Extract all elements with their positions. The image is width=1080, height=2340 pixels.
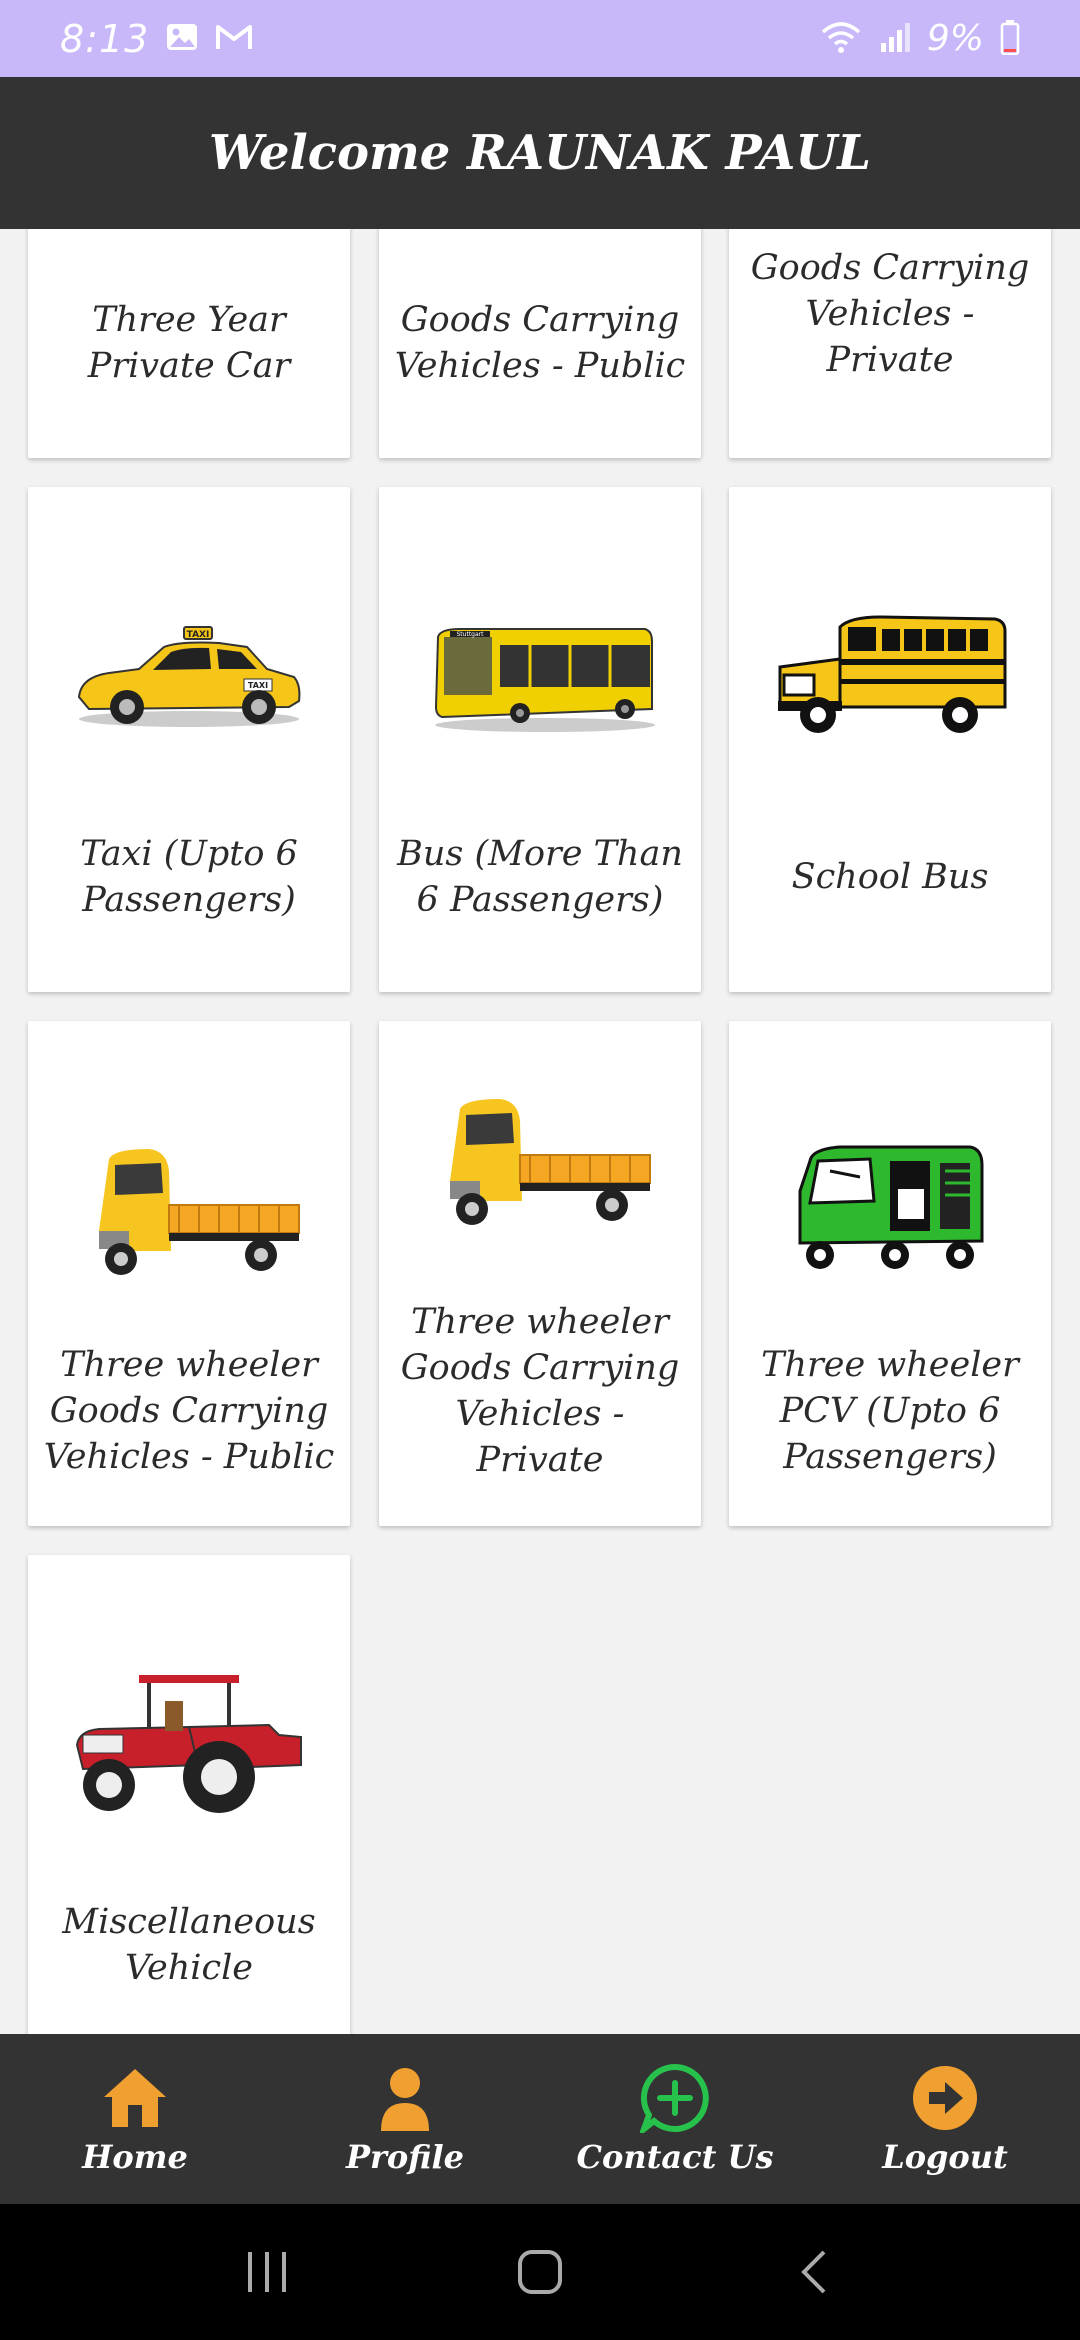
logout-icon bbox=[909, 2062, 981, 2134]
nav-contact-us[interactable]: Contact Us bbox=[540, 2034, 810, 2204]
bus-icon: Stuttgart bbox=[420, 597, 660, 757]
signal-icon bbox=[879, 21, 911, 57]
wifi-icon bbox=[819, 20, 863, 58]
taxi-icon: TAXI TAXI bbox=[69, 597, 309, 757]
gallery-icon bbox=[165, 22, 199, 56]
system-nav-bar bbox=[0, 2204, 1080, 2340]
nav-profile[interactable]: Profile bbox=[270, 2034, 540, 2204]
status-time: 8:13 bbox=[60, 16, 150, 61]
card-three-wheeler-goods-private[interactable]: Three wheeler Goods Carrying Vehicles - … bbox=[379, 1021, 701, 1526]
bus-destination-sign: Stuttgart bbox=[457, 631, 485, 638]
auto-rickshaw-icon bbox=[770, 1131, 1010, 1291]
recent-apps-icon bbox=[247, 2252, 286, 2292]
recent-apps-button[interactable] bbox=[227, 2232, 307, 2312]
card-label: Three Year Private Car bbox=[87, 300, 291, 386]
card-label: Three wheeler PCV (Upto 6 Passengers) bbox=[761, 1345, 1019, 1477]
card-goods-carrying-private[interactable]: Goods Carrying Vehicles - Private bbox=[729, 229, 1051, 458]
nav-label: Contact Us bbox=[576, 2138, 774, 2176]
card-label: School Bus bbox=[791, 857, 989, 897]
battery-percent: 9% bbox=[926, 18, 984, 59]
school-bus-icon bbox=[770, 597, 1010, 757]
card-three-wheeler-pcv[interactable]: Three wheeler PCV (Upto 6 Passengers) bbox=[729, 1021, 1051, 1526]
nav-label: Home bbox=[82, 2138, 188, 2176]
back-button[interactable] bbox=[773, 2232, 853, 2312]
card-miscellaneous-vehicle[interactable]: Miscellaneous Vehicle bbox=[28, 1555, 350, 2034]
card-label: Miscellaneous Vehicle bbox=[62, 1902, 316, 1988]
card-label: Bus (More Than 6 Passengers) bbox=[397, 834, 683, 920]
taxi-roof-sign: TAXI bbox=[187, 630, 210, 640]
home-icon bbox=[99, 2062, 171, 2134]
nav-home[interactable]: Home bbox=[0, 2034, 270, 2204]
home-button[interactable] bbox=[500, 2232, 580, 2312]
page-title: Welcome RAUNAK PAUL bbox=[208, 125, 872, 181]
app-header: Welcome RAUNAK PAUL bbox=[0, 77, 1080, 229]
nav-label: Profile bbox=[345, 2138, 465, 2176]
status-bar: 8:13 9% bbox=[0, 0, 1080, 77]
back-icon bbox=[801, 2250, 826, 2294]
card-taxi[interactable]: TAXI TAXI Taxi (Upto 6 Passengers) bbox=[28, 487, 350, 992]
card-label: Three wheeler Goods Carrying Vehicles - … bbox=[43, 1345, 335, 1477]
gmail-icon bbox=[215, 22, 253, 56]
card-three-wheeler-goods-public[interactable]: Three wheeler Goods Carrying Vehicles - … bbox=[28, 1021, 350, 1526]
home-circle-icon bbox=[517, 2250, 562, 2294]
card-bus[interactable]: Stuttgart Bus (More Than 6 Passengers) bbox=[379, 487, 701, 992]
whatsapp-icon bbox=[639, 2062, 711, 2134]
card-school-bus[interactable]: School Bus bbox=[729, 487, 1051, 992]
battery-icon bbox=[1000, 19, 1020, 59]
card-label: Goods Carrying Vehicles - Public bbox=[394, 300, 686, 386]
status-right: 9% bbox=[819, 18, 1020, 59]
nav-label: Logout bbox=[882, 2138, 1008, 2176]
tractor-icon bbox=[69, 1665, 309, 1825]
card-label: Goods Carrying Vehicles - Private bbox=[750, 248, 1030, 380]
taxi-door-sign: TAXI bbox=[248, 681, 268, 690]
profile-icon bbox=[369, 2062, 441, 2134]
three-wheeler-goods-icon bbox=[420, 1081, 660, 1241]
bottom-nav: Home Profile Contact Us Logout bbox=[0, 2034, 1080, 2204]
card-goods-carrying-public[interactable]: Goods Carrying Vehicles - Public bbox=[379, 229, 701, 458]
card-label: Three wheeler Goods Carrying Vehicles - … bbox=[400, 1302, 680, 1480]
status-left: 8:13 bbox=[60, 17, 253, 61]
vehicle-category-list[interactable]: Three Year Private Car Goods Carrying Ve… bbox=[0, 229, 1080, 2034]
nav-logout[interactable]: Logout bbox=[810, 2034, 1080, 2204]
card-three-year-private-car[interactable]: Three Year Private Car bbox=[28, 229, 350, 458]
three-wheeler-goods-icon bbox=[69, 1131, 309, 1291]
card-label: Taxi (Upto 6 Passengers) bbox=[80, 834, 298, 920]
